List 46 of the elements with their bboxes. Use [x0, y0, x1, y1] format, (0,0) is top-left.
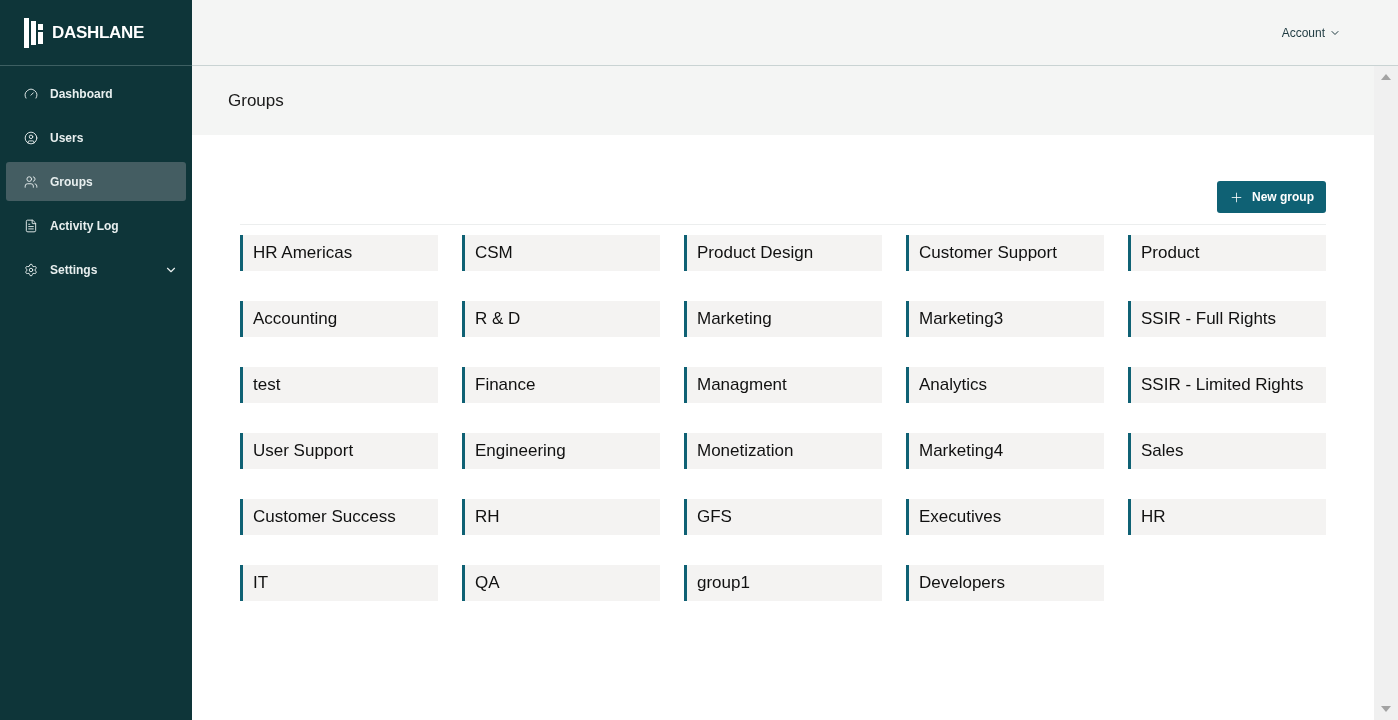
group-card[interactable]: Developers [906, 565, 1104, 601]
group-card[interactable]: Customer Success [240, 499, 438, 535]
group-card[interactable]: Marketing4 [906, 433, 1104, 469]
group-card[interactable]: Managment [684, 367, 882, 403]
page-title: Groups [228, 90, 284, 111]
new-group-button[interactable]: New group [1217, 181, 1326, 213]
file-icon [24, 218, 38, 233]
group-card[interactable]: Engineering [462, 433, 660, 469]
group-card[interactable]: RH [462, 499, 660, 535]
sidebar-item[interactable]: Users [6, 118, 186, 157]
group-card[interactable]: SSIR - Full Rights [1128, 301, 1326, 337]
sidebar-item[interactable]: Groups [6, 162, 186, 201]
group-card[interactable]: Marketing3 [906, 301, 1104, 337]
group-card[interactable]: Product Design [684, 235, 882, 271]
sidebar-item[interactable]: Settings [6, 250, 186, 289]
sidebar-item[interactable]: Activity Log [6, 206, 186, 245]
group-card[interactable]: R & D [462, 301, 660, 337]
group-card[interactable]: User Support [240, 433, 438, 469]
group-card[interactable]: Analytics [906, 367, 1104, 403]
group-card[interactable]: Marketing [684, 301, 882, 337]
user-icon [24, 130, 38, 145]
plus-icon [1229, 189, 1244, 205]
users-icon [24, 174, 38, 189]
logo-text: DASHLANE [52, 22, 145, 43]
group-card[interactable]: group1 [684, 565, 882, 601]
group-card[interactable]: HR Americas [240, 235, 438, 271]
sidebar-item[interactable]: Dashboard [6, 74, 186, 113]
group-card[interactable]: GFS [684, 499, 882, 535]
group-card[interactable]: test [240, 367, 438, 403]
scrollbar[interactable] [1374, 66, 1398, 720]
group-card[interactable]: Product [1128, 235, 1326, 271]
group-card[interactable]: Executives [906, 499, 1104, 535]
gauge-icon [24, 86, 38, 101]
group-card[interactable]: Customer Support [906, 235, 1104, 271]
group-card[interactable]: QA [462, 565, 660, 601]
group-card[interactable]: IT [240, 565, 438, 601]
logo-icon [24, 17, 46, 48]
group-card[interactable]: SSIR - Limited Rights [1128, 367, 1326, 403]
group-card[interactable]: Monetization [684, 433, 882, 469]
gear-icon [24, 262, 38, 277]
account-menu[interactable]: Account [1275, 24, 1347, 41]
group-card[interactable]: Sales [1128, 433, 1326, 469]
group-card[interactable]: Finance [462, 367, 660, 403]
group-card[interactable]: CSM [462, 235, 660, 271]
group-card[interactable]: Accounting [240, 301, 438, 337]
group-card[interactable]: HR [1128, 499, 1326, 535]
